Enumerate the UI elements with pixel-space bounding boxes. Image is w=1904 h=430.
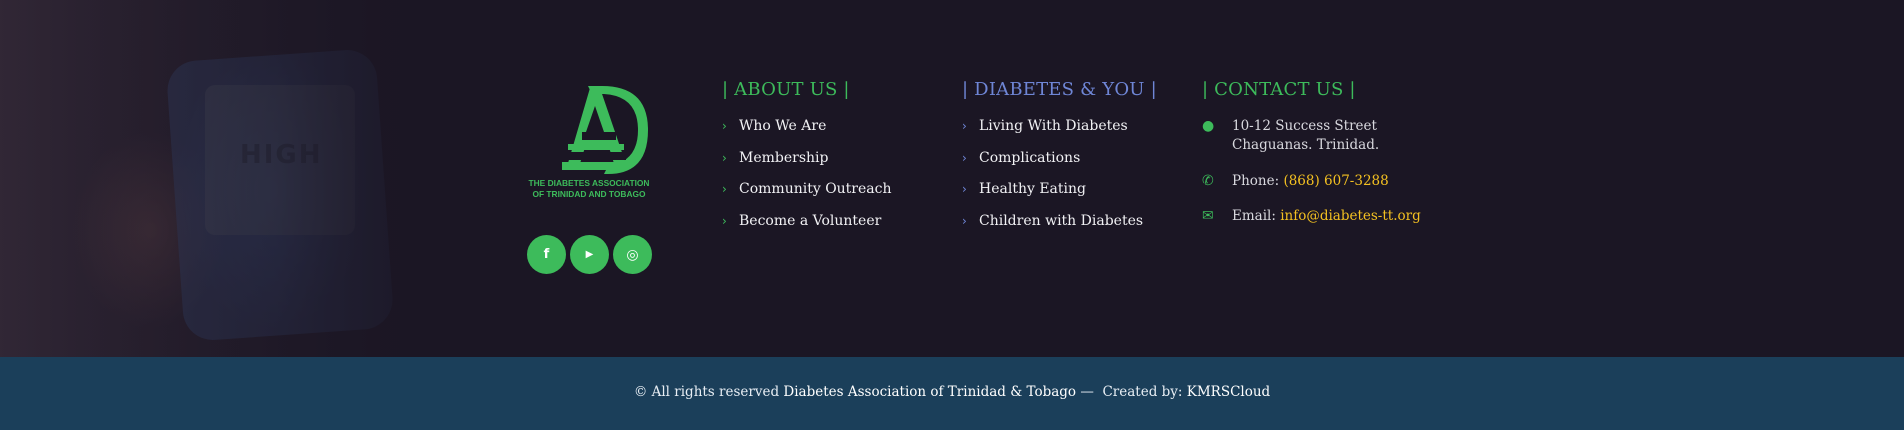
contact-column: | CONTACT US | ● 10-12 Success Street Ch… [1202, 79, 1421, 226]
chevron-right-icon: › [962, 182, 967, 196]
created-by-label: Created by: [1102, 383, 1183, 400]
about-link-membership[interactable]: › Membership [722, 150, 892, 182]
address-line2: Chaguanas. Trinidad. [1232, 137, 1380, 153]
logo-mark-icon [562, 86, 648, 174]
diabetes-heading: | DIABETES & YOU | [962, 79, 1157, 100]
envelope-icon: ✉ [1202, 208, 1214, 224]
about-link-who-we-are[interactable]: › Who We Are [722, 118, 892, 150]
phone-link[interactable]: (868) 607-3288 [1283, 173, 1388, 189]
about-column: | ABOUT US | › Who We Are › Membership › Co… [722, 79, 892, 244]
chevron-right-icon: › [722, 150, 727, 165]
copyright-bar: © All rights reserved Diabetes Associati… [0, 357, 1904, 430]
contact-phone: ✆ Phone: (868) 607-3288 [1202, 172, 1421, 191]
logo-text-line1: THE DIABETES ASSOCIATION [528, 178, 650, 188]
chevron-right-icon: › [962, 213, 967, 228]
diabetes-link-children[interactable]: › Children with Diabetes [962, 213, 1157, 245]
email-label: Email: [1232, 208, 1276, 224]
contact-email: ✉ Email: info@diabetes-tt.org [1202, 207, 1421, 226]
map-marker-icon: ● [1202, 118, 1215, 134]
diabetes-link-living[interactable]: › Living With Diabetes [962, 118, 1157, 150]
contact-address: ● 10-12 Success Street Chaguanas. Trinid… [1202, 117, 1421, 155]
facebook-icon: f [543, 247, 550, 262]
about-heading: | ABOUT US | [722, 79, 850, 100]
phone-label: Phone: [1232, 173, 1280, 189]
logo-text-line2: OF TRINIDAD AND TOBAGO [532, 189, 646, 199]
phone-icon: ✆ [1202, 173, 1214, 189]
chevron-right-icon: › [722, 182, 727, 196]
social-links: f ▶ ◎ [527, 235, 652, 274]
about-links: › Who We Are › Membership › Community Outre… [722, 118, 892, 244]
diabetes-link-complications[interactable]: › Complications [962, 150, 1157, 182]
chevron-right-icon: › [722, 213, 727, 228]
background-overlay [0, 0, 460, 357]
copyright-text: © All rights reserved [633, 383, 780, 400]
footer-top: HIGH THE DIABETES ASSOCIATION OF TRINIDA… [0, 0, 1904, 357]
email-link[interactable]: info@diabetes-tt.org [1280, 208, 1421, 224]
diabetes-link-healthy-eating[interactable]: › Healthy Eating [962, 181, 1157, 213]
youtube-button[interactable]: ▶ [570, 235, 609, 274]
org-name-link[interactable]: Diabetes Association of Trinidad & Tobag… [783, 384, 1076, 400]
chevron-right-icon: › [962, 150, 967, 165]
created-by-link[interactable]: KMRSCloud [1187, 384, 1270, 400]
about-link-volunteer[interactable]: › Become a Volunteer [722, 213, 892, 245]
logo[interactable]: THE DIABETES ASSOCIATION OF TRINIDAD AND… [518, 82, 660, 200]
instagram-icon: ◎ [626, 246, 639, 263]
youtube-icon: ▶ [585, 249, 594, 260]
address-line1: 10-12 Success Street [1232, 118, 1377, 134]
diabetes-column: | DIABETES & YOU | › Living With Diabetes… [962, 79, 1157, 244]
diabetes-links: › Living With Diabetes › Complications › He… [962, 118, 1157, 244]
chevron-right-icon: › [962, 119, 967, 133]
about-link-community-outreach[interactable]: › Community Outreach [722, 181, 892, 213]
separator: — [1080, 383, 1094, 400]
contact-heading: | CONTACT US | [1202, 79, 1356, 100]
chevron-right-icon: › [722, 119, 727, 133]
instagram-button[interactable]: ◎ [613, 235, 652, 274]
facebook-button[interactable]: f [527, 235, 566, 274]
logo-text: THE DIABETES ASSOCIATION OF TRINIDAD AND… [518, 178, 660, 200]
